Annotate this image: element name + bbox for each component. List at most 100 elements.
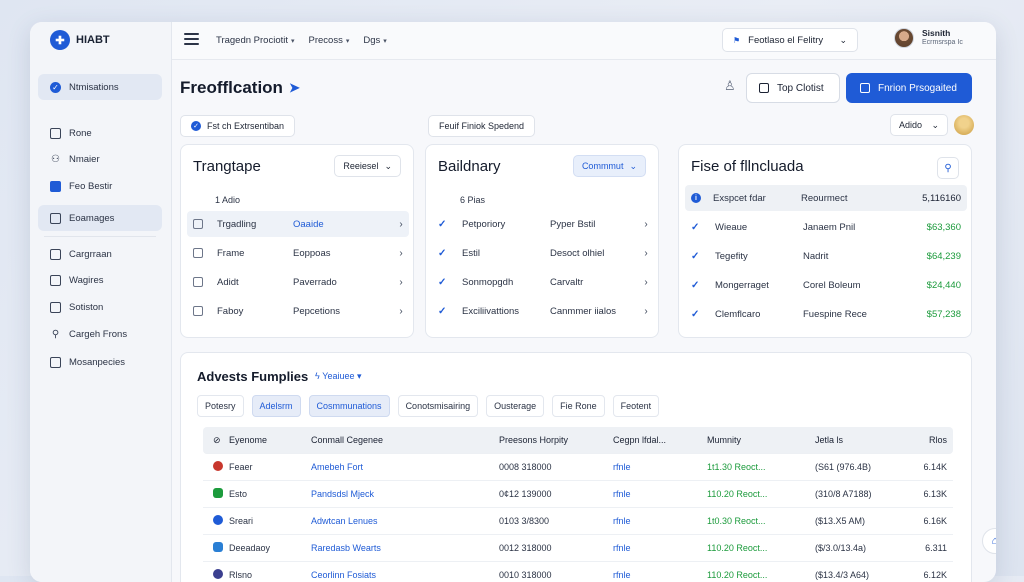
chevron-right-icon: › [399,305,403,317]
tab-feotent[interactable]: Feotent [612,395,660,417]
sidebar-divider [44,236,156,237]
top-clotist-button[interactable]: Top Clotist [746,73,840,103]
column-header[interactable]: Preesons Horpity [499,435,613,445]
app-icon [213,542,223,552]
list-item[interactable]: ✓ Petporiory Pyper Bstil › [432,211,654,237]
column-header[interactable]: Cegpn lfdal... [613,435,707,445]
list-item[interactable]: Adidt Paverrado › [187,269,409,295]
table-row[interactable]: Sreari Adwtcan Lenues 0103 3/8300 rfnle … [203,508,953,535]
workspace-select[interactable]: ⚑ Feotlaso el Felitry ⌄ [722,28,858,52]
sidebar-item-rone[interactable]: Rone [38,120,162,146]
check-icon[interactable]: ✓ [438,306,450,317]
user-role: Ecrmsrspa Ic [922,39,963,46]
table-header-row: i Exspcet fdar Reourmect 5,116160 [685,185,967,211]
user-menu[interactable]: Sisnith Ecrmsrspa Ic [894,28,963,48]
check-icon[interactable]: ✓ [438,248,450,259]
avatar [894,28,914,48]
table-row[interactable]: ✓ Wieaue Janaem Pnil $63,360 [685,214,967,240]
sidebar-item-eoamages[interactable]: Eoamages [38,205,162,231]
list-item[interactable]: Trgadling Oaaide › [187,211,409,237]
cell: 1t1.30 Reoct... [707,462,766,472]
cell-link[interactable]: Amebeh Fort [311,462,499,472]
tab-cosmmunations[interactable]: Cosmmunations [308,395,390,417]
sort-icon[interactable]: ⊘ [203,435,229,446]
panel-dropdown[interactable]: ϟ Yeaiuee ▾ [315,371,362,382]
row-value: Canmmer iialos [550,305,616,317]
cell-link[interactable]: Adwtcan Lenues [311,516,499,526]
column-header[interactable]: Jetla ls [815,435,907,445]
crumb-3[interactable]: Dgs ▾ [363,35,386,46]
checkbox[interactable] [193,306,203,316]
bell-icon[interactable]: ♙ [724,78,740,98]
list-item[interactable]: ✓ Estil Desoct olhiel › [432,240,654,266]
list-item[interactable]: ✓ Sonmopgdh Carvaltr › [432,269,654,295]
card-dropdown[interactable]: Commmut ⌄ [572,155,646,177]
check-icon[interactable]: ✓ [691,251,703,262]
cell-link[interactable]: Raredasb Wearts [311,543,499,553]
primary-action-button[interactable]: Fnrion Prsogaited [846,73,972,103]
card-dropdown[interactable]: Reeiesel ⌄ [334,155,401,177]
app-icon [213,569,223,579]
home-icon[interactable]: ⌂ [982,528,996,554]
calendar-icon [50,301,61,313]
check-icon[interactable]: ✓ [691,280,703,291]
check-icon[interactable]: ✓ [691,309,703,320]
sort-select[interactable]: Adido ⌄ [890,114,948,136]
check-icon[interactable]: ✓ [438,219,450,230]
sidebar-item-ntmisations[interactable]: ✓ Ntmisations [38,74,162,100]
cell-link[interactable]: Pandsdsl Mjeck [311,489,499,499]
column-header[interactable]: Rlos [907,435,947,445]
sidebar-item-sotiston[interactable]: Sotiston [38,294,162,320]
tab-conotsmisairing[interactable]: Conotsmisairing [397,395,479,417]
row-value: Carvaltr [550,276,584,288]
app-icon [213,515,223,525]
checkbox[interactable] [193,277,203,287]
sidebar-item-cargeh-frons[interactable]: ⚲ Cargeh Frons [38,321,162,347]
table-row[interactable]: ✓ Mongerraget Corel Boleum $24,440 [685,272,967,298]
table-header-row: ⊘ Eyenome Conmall Cegenee Preesons Horpi… [203,427,953,454]
panel-dropdown-value: Yeaiuee [322,371,355,381]
row-label: Mongerraget [715,279,769,291]
cell-link[interactable]: Ceorlinn Fosiats [311,570,499,580]
row-value: Eoppoas [293,247,331,259]
list-item[interactable]: Frame Eoppoas › [187,240,409,266]
chevron-down-icon: ⌄ [839,34,847,45]
checkbox[interactable] [193,248,203,258]
monitor-icon [50,356,61,368]
column-header[interactable]: Conmall Cegenee [311,435,499,445]
list-item[interactable]: ✓ Exciliivattions Canmmer iialos › [432,298,654,324]
check-icon[interactable]: ✓ [691,222,703,233]
column-header[interactable]: Eyenome [229,435,311,445]
sidebar-item-wagires[interactable]: Wagires [38,267,162,293]
tab-ousterage[interactable]: Ousterage [486,395,545,417]
sidebar-item-mosanpecies[interactable]: Mosanpecies [38,349,162,375]
cell: rfnle [613,516,631,526]
list-item[interactable]: Faboy Pepcetions › [187,298,409,324]
table-row[interactable]: Deeadaoy Raredasb Wearts 0012 318000 rfn… [203,535,953,562]
column-header[interactable]: Mumnity [707,435,815,445]
crumb-2[interactable]: Precoss ▾ [309,35,350,46]
tab-adelsrm[interactable]: Adelsrm [251,395,301,417]
table-row[interactable]: Feaer Amebeh Fort 0008 318000 rfnle 1t1.… [203,454,953,481]
logo[interactable]: ✚ HIABT [50,30,110,50]
menu-icon[interactable] [184,33,199,45]
tab-potesry[interactable]: Potesry [197,395,244,417]
search-icon[interactable]: ⚲ [937,157,959,179]
table-row[interactable]: ✓ Clemflcaro Fuespine Rece $57,238 [685,301,967,327]
crumb-1[interactable]: Tragedn Prociotit ▾ [216,35,295,46]
filter-chip-2[interactable]: Feuif Finiok Spedend [428,115,536,137]
filter-chip[interactable]: ✓ Fst ch Extrsentiban [180,115,296,137]
table-row[interactable]: Rlsno Ceorlinn Fosiats 0010 318000 rfnle… [203,562,953,582]
check-icon[interactable]: ✓ [438,277,450,288]
sidebar-item-cargrraan[interactable]: Cargrraan [38,241,162,267]
card-trangtape: Trangtape Reeiesel ⌄ 1 Adio Trgadling Oa… [180,144,414,338]
table-row[interactable]: ✓ Tegefity Nadrit $64,239 [685,243,967,269]
avatar[interactable] [954,115,974,135]
tab-fie-rone[interactable]: Fie Rone [552,395,605,417]
chevron-down-icon: ⌄ [384,160,392,171]
checkbox[interactable] [193,219,203,229]
sidebar-item-nmaier[interactable]: ⚇ Nmaier [38,146,162,172]
page-title: Freofflcation ➤ [180,78,300,97]
sidebar-item-feo-bestir[interactable]: Feo Bestir [38,173,162,199]
table-row[interactable]: Esto Pandsdsl Mjeck 0¢12 139000 rfnle 11… [203,481,953,508]
